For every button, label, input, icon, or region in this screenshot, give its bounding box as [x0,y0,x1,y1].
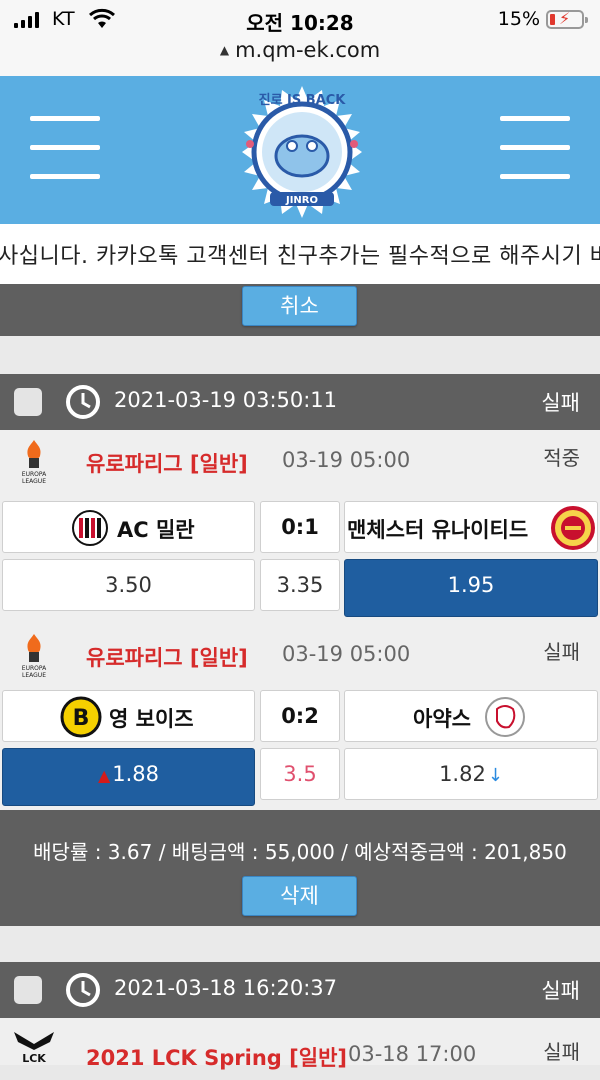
cancel-band: 취소 [0,284,600,336]
bet-status: 실패 [541,391,580,415]
bet-header: 2021-03-19 03:50:11 실패 [0,374,600,430]
logo-top-text: 진로 IS BACK [259,92,347,108]
delete-button[interactable]: 삭제 [242,876,357,916]
bet-header: 2021-03-18 16:20:37 실패 [0,962,600,1018]
clock-icon [66,973,100,1007]
league-name: 유로파리그 [일반] [86,646,248,670]
bet-games: EUROPA LEAGUE 유로파리그 [일반] 03-19 05:00 적중 … [0,430,600,810]
ticker-text: 사십니다. 카카오톡 고객센터 친구추가는 필수적으로 해주시기 바 [0,244,600,269]
cancel-button[interactable]: 취소 [242,286,357,326]
home-team-cell: AC 밀란 [2,501,255,553]
league-name: 2021 LCK Spring [일반] [86,1046,347,1070]
league-row: EUROPA LEAGUE 유로파리그 [일반] 03-19 05:00 실패 [0,624,600,686]
ajax-crest [485,697,525,737]
svg-text:LEAGUE: LEAGUE [22,672,46,679]
address-bar[interactable]: ▲ m.qm-ek.com [0,38,600,62]
away-team-cell: 맨체스터 유나이티드 [344,501,598,553]
menu-icon-right[interactable] [500,116,570,179]
league-row: EUROPA LEAGUE 유로파리그 [일반] 03-19 05:00 적중 [0,430,600,492]
man-utd-crest [551,506,595,550]
score-cell: 0:2 [260,690,340,742]
home-team-name: AC 밀란 [117,518,195,542]
battery-percent: 15% [497,8,540,30]
away-team-name: 아약스 [413,707,471,731]
url-text: m.qm-ek.com [235,38,381,62]
away-odds-button[interactable]: 1.82 ↓ [344,748,598,800]
jinro-logo[interactable]: JINRO 진로 IS BACK [232,82,372,222]
clock-icon [66,385,100,419]
svg-text:B: B [73,706,90,731]
logo-bottom-text: JINRO [285,195,318,206]
svg-text:LCK: LCK [22,1052,46,1064]
game-time: 03-19 05:00 [282,642,411,666]
site-header: JINRO 진로 IS BACK [0,76,600,224]
young-boys-crest: B [60,696,102,738]
svg-text:EUROPA: EUROPA [22,665,47,672]
spacer [0,336,600,374]
bet-summary: 배당률 : 3.67 / 배팅금액 : 55,000 / 예상적중금액 : 20… [33,840,567,864]
svg-text:EUROPA: EUROPA [22,471,47,478]
game-result: 실패 [543,1040,580,1064]
score-cell: 0:1 [260,501,340,553]
home-team-cell: B 영 보이즈 [2,690,255,742]
europa-league-logo: EUROPA LEAGUE [22,440,47,485]
svg-text:LEAGUE: LEAGUE [22,478,46,485]
game-result: 실패 [543,640,580,664]
game-time: 03-19 05:00 [282,448,411,472]
home-odds-button[interactable]: 3.50 [2,559,255,611]
menu-icon-left[interactable] [30,116,100,179]
notice-ticker: 사십니다. 카카오톡 고객센터 친구추가는 필수적으로 해주시기 바 [0,224,600,284]
status-bar: KT 오전 10:28 15% ⚡ ▲ m.qm-ek.com [0,0,600,76]
europa-league-logo: EUROPA LEAGUE [22,634,47,679]
lck-logo: LCK [14,1032,54,1064]
lock-icon: ▲ [219,43,230,57]
draw-odds-button[interactable]: 3.35 [260,559,340,611]
arrow-down-icon: ↓ [487,765,503,786]
bet-datetime: 2021-03-19 03:50:11 [114,388,338,412]
bet-summary-band: 배당률 : 3.67 / 배팅금액 : 55,000 / 예상적중금액 : 20… [0,810,600,926]
away-odds-button-selected[interactable]: 1.95 [344,559,598,617]
away-team-cell: 아약스 [344,690,598,742]
select-checkbox[interactable] [14,388,42,416]
home-odds-button-selected[interactable]: ▲1.88 [2,748,255,806]
league-name: 유로파리그 [일반] [86,452,248,476]
spacer [0,926,600,962]
bet-status: 실패 [541,979,580,1003]
arrow-up-icon: ▲ [97,766,111,785]
home-team-name: 영 보이즈 [109,707,194,731]
game-result: 적중 [543,446,580,470]
league-row: LCK 2021 LCK Spring [일반] 03-18 17:00 실패 [0,1018,600,1080]
battery-icon: ⚡ [546,9,588,29]
away-team-name: 맨체스터 유나이티드 [347,518,529,542]
bet-games: LCK 2021 LCK Spring [일반] 03-18 17:00 실패 [0,1018,600,1070]
bet-datetime: 2021-03-18 16:20:37 [114,976,338,1000]
ac-milan-crest [72,510,108,546]
draw-odds-button[interactable]: 3.5 [260,748,340,800]
select-checkbox[interactable] [14,976,42,1004]
game-time: 03-18 17:00 [348,1042,477,1066]
